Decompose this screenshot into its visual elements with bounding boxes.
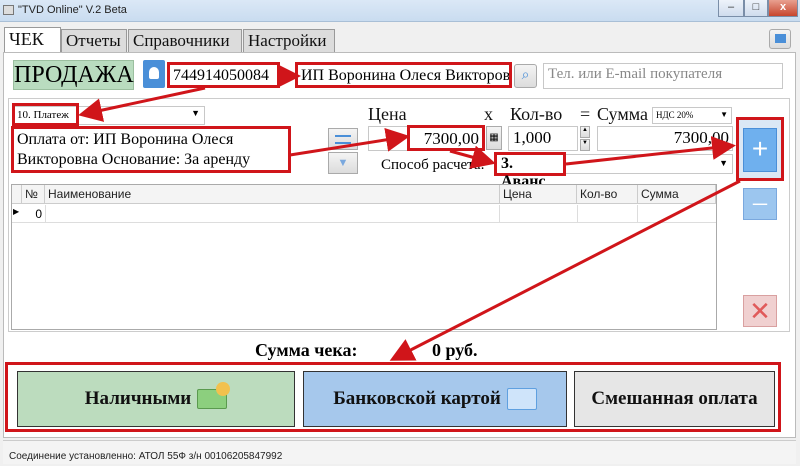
arrow	[565, 136, 736, 166]
arrow	[449, 145, 496, 169]
arrow	[289, 127, 410, 157]
arrow	[78, 86, 206, 122]
arrow	[389, 179, 741, 361]
annotation-arrows	[78, 64, 741, 361]
